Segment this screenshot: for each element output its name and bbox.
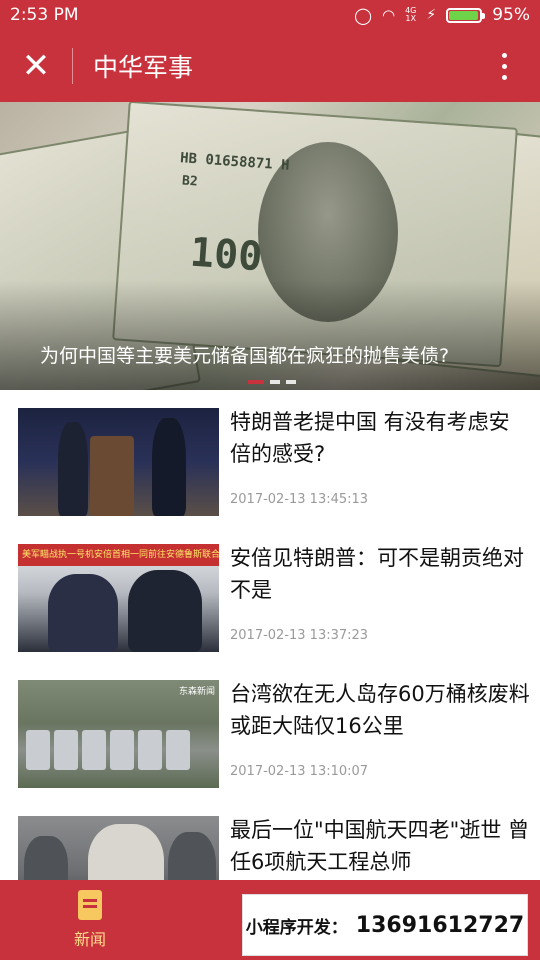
carousel-dot[interactable] <box>248 380 264 384</box>
article-thumbnail: 东森新闻 <box>18 680 219 788</box>
wifi-icon: ◠ <box>381 6 396 24</box>
thumbnail-caption: 东森新闻 <box>178 687 215 697</box>
list-item[interactable]: 美军瞄战执一号机安倍首相一同前往安德鲁斯联合基地 安倍见特朗普：可不是朝贡绝对不… <box>0 526 540 662</box>
banknote-value: 100 <box>188 229 264 281</box>
tab-news-label: 新闻 <box>73 930 106 949</box>
carousel-dots <box>248 380 296 384</box>
banner-carousel[interactable]: HB 01658871 H B2 100 为何中国等主要美元储备国都在疯狂的抛售… <box>0 102 540 390</box>
network-indicator: 4G 1X <box>405 6 417 23</box>
charging-icon: ⚡ <box>426 7 437 23</box>
close-icon[interactable]: ✕ <box>0 30 72 102</box>
list-item[interactable]: 特朗普老提中国 有没有考虑安倍的感受? 2017-02-13 13:45:13 <box>0 390 540 526</box>
banner-caption: 为何中国等主要美元储备国都在疯狂的抛售美债? <box>40 345 450 367</box>
page-title: 中华军事 <box>93 53 194 82</box>
article-time: 2017-02-13 13:45:13 <box>230 492 369 507</box>
app-bar: ✕ 中华军事 <box>0 30 540 102</box>
battery-percent: 95% <box>492 5 530 25</box>
carousel-dot[interactable] <box>270 380 280 384</box>
article-title: 台湾欲在无人岛存60万桶核废料 或距大陆仅16公里 <box>230 682 530 738</box>
news-icon <box>78 890 102 920</box>
carousel-dot[interactable] <box>286 380 296 384</box>
banner-shade <box>0 280 540 390</box>
list-item[interactable]: 东森新闻 台湾欲在无人岛存60万桶核废料 或距大陆仅16公里 2017-02-1… <box>0 662 540 798</box>
sync-icon: ◯ <box>354 5 372 25</box>
article-title: 最后一位"中国航天四老"逝世 曾任6项航天工程总师 <box>230 818 529 874</box>
more-menu-icon[interactable] <box>468 30 540 102</box>
promo-phone: 13691612727 <box>355 912 525 938</box>
article-title: 安倍见特朗普：可不是朝贡绝对不是 <box>230 546 524 602</box>
tab-news[interactable]: 新闻 <box>60 890 120 954</box>
article-time: 2017-02-13 13:10:07 <box>230 764 369 779</box>
thumbnail-caption: 美军瞄战执一号机安倍首相一同前往安德鲁斯联合基地 <box>22 550 219 560</box>
promo-label: 小程序开发： <box>245 917 348 938</box>
banknote-code: B2 <box>181 173 199 190</box>
article-title: 特朗普老提中国 有没有考虑安倍的感受? <box>230 410 510 466</box>
article-thumbnail <box>18 408 219 516</box>
promo-overlay: 小程序开发： 13691612727 <box>242 894 528 956</box>
article-thumbnail: 美军瞄战执一号机安倍首相一同前往安德鲁斯联合基地 <box>18 544 219 652</box>
status-bar: 2:53 PM ◯ ◠ 4G 1X ⚡ 95% <box>0 0 540 30</box>
status-time: 2:53 PM <box>10 5 79 25</box>
article-time: 2017-02-13 13:37:23 <box>230 628 369 643</box>
battery-icon <box>446 7 486 23</box>
